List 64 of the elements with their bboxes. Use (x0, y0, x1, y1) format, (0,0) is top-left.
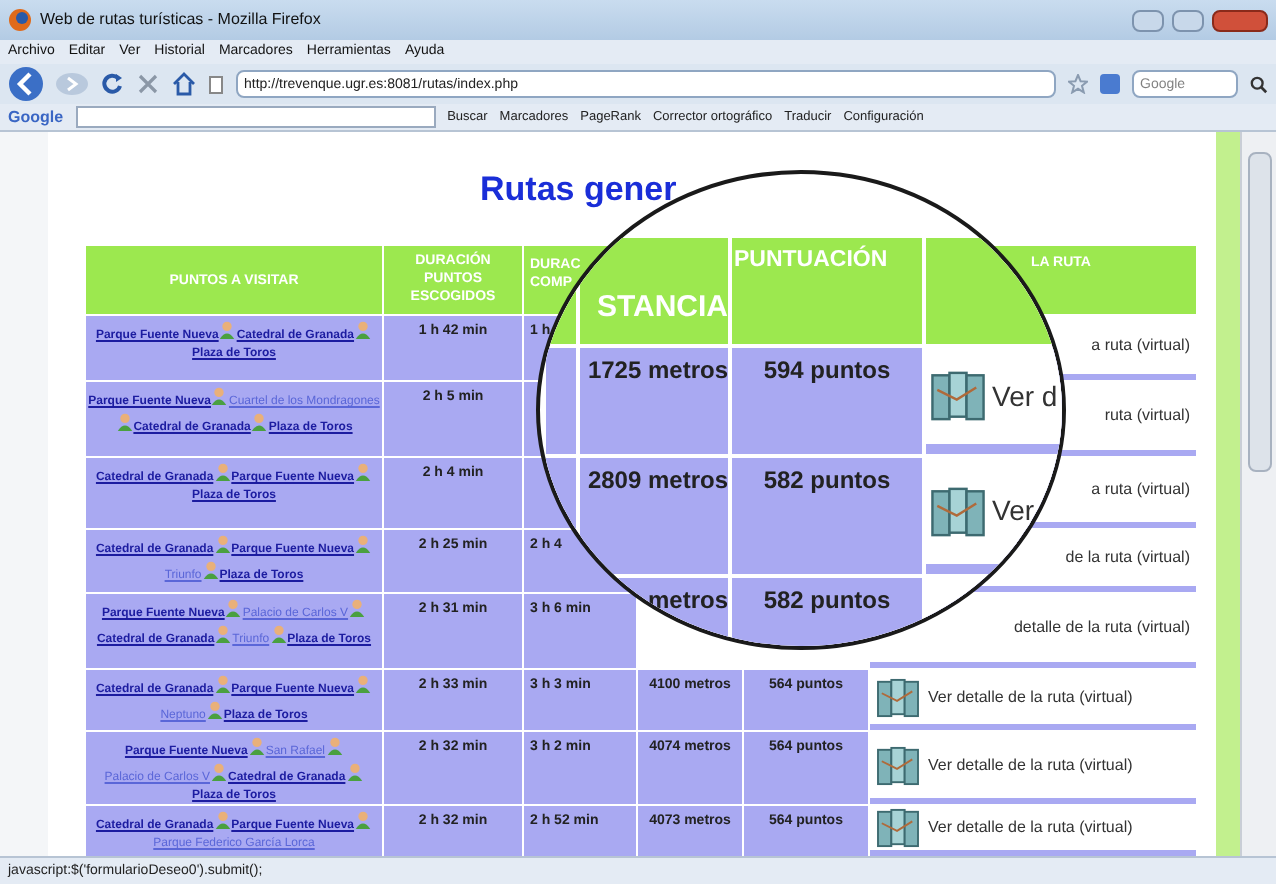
browser-logo-icon (8, 8, 32, 32)
person-icon (348, 598, 367, 618)
column-header: PUNTUACIÓN (732, 238, 922, 344)
window-title: Web de rutas turísticas - Mozilla Firefox (40, 8, 321, 32)
map-icon (876, 745, 920, 785)
column-header: STANCIA (580, 238, 728, 344)
person-icon (354, 320, 373, 340)
person-icon (218, 320, 237, 340)
reload-icon[interactable] (100, 72, 124, 96)
scrollbar-thumb[interactable] (1247, 152, 1271, 472)
person-icon (247, 736, 266, 756)
person-icon (210, 386, 229, 406)
person-icon (205, 700, 224, 720)
route-link[interactable]: Ver detalle de la ruta (virtual) (876, 745, 1133, 785)
scrollbar[interactable] (1240, 132, 1276, 856)
table-cell: 1725 metros (580, 348, 728, 454)
person-icon (354, 674, 373, 694)
person-icon (201, 560, 220, 580)
table-cell: 2809 metros (580, 458, 728, 574)
search-engine-icon[interactable] (1100, 74, 1120, 94)
table-cell: 582 puntos (732, 578, 922, 646)
person-icon (213, 534, 232, 554)
star-icon[interactable] (1068, 74, 1088, 94)
forward-button[interactable] (56, 72, 88, 96)
person-icon (354, 810, 373, 830)
person-icon (213, 810, 232, 830)
person-icon (213, 462, 232, 482)
table-cell (546, 348, 576, 454)
maximize-button[interactable] (1172, 9, 1204, 31)
page-icon (208, 75, 224, 93)
home-icon[interactable] (172, 72, 196, 96)
person-icon (115, 412, 134, 432)
person-icon (269, 624, 288, 644)
map-icon (876, 808, 920, 848)
route-link[interactable]: Ver detalle de la ruta (virtual) (876, 808, 1133, 848)
person-icon (213, 674, 232, 694)
route-link[interactable]: Ver detalle de la ruta (virtual) (876, 677, 1133, 717)
person-icon (345, 762, 364, 782)
minimize-button[interactable] (1132, 9, 1164, 31)
stop-icon[interactable] (136, 72, 160, 96)
map-icon (930, 368, 986, 424)
person-icon (250, 412, 269, 432)
table-cell: 582 puntos (732, 458, 922, 574)
map-icon (930, 483, 986, 539)
close-button[interactable] (1212, 9, 1268, 31)
route-link[interactable]: de la ruta (virtual) (1065, 546, 1190, 570)
back-button[interactable] (8, 66, 44, 102)
table-cell: 594 puntos (732, 348, 922, 454)
route-link[interactable]: a ruta (virtual) (1091, 333, 1190, 357)
page-heading: Rutas gener (480, 168, 677, 212)
route-link[interactable]: a ruta (virtual) (1091, 478, 1190, 502)
person-icon (325, 736, 344, 756)
person-icon (210, 762, 228, 782)
person-icon (214, 624, 233, 644)
person-icon (354, 534, 373, 554)
person-icon (354, 462, 373, 482)
person-icon (224, 598, 243, 618)
route-link[interactable]: Ver (930, 483, 1035, 539)
route-link[interactable]: ruta (virtual) (1104, 404, 1190, 428)
map-icon (876, 677, 920, 717)
route-link[interactable]: detalle de la ruta (virtual) (1013, 616, 1190, 640)
toolbar-logo: Google (8, 105, 64, 129)
toolbar-search-field[interactable] (75, 106, 436, 128)
search-icon[interactable] (1250, 75, 1268, 93)
